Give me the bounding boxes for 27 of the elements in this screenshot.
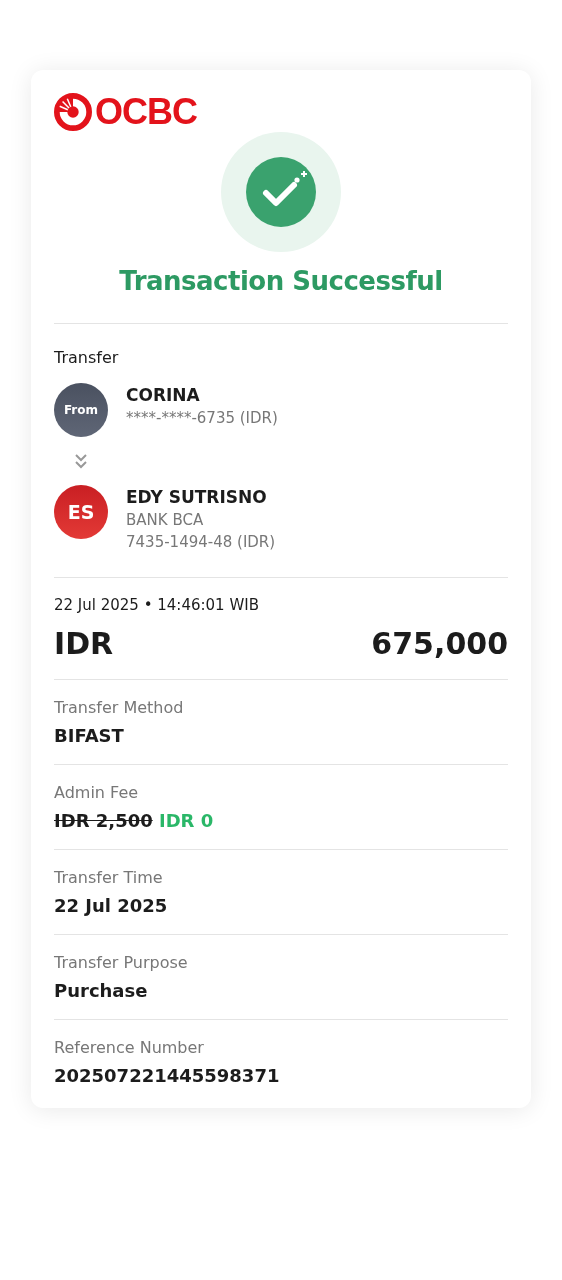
detail-label: Transfer Time <box>54 868 164 887</box>
brand-name: OCBC <box>95 91 197 133</box>
account-detail: ****-****-6735 (IDR) <box>126 408 278 429</box>
logo-icon <box>54 93 92 131</box>
fee-value: IDR 0 <box>159 810 214 831</box>
transaction-datetime: 22 Jul 2025 • 14:46:01 WIB <box>54 596 260 614</box>
detail-value: 202507221445598371 <box>54 1065 281 1086</box>
account-detail: BANK BCA <box>126 510 205 531</box>
detail-label: Admin Fee <box>54 783 140 802</box>
account-name: CORINA <box>126 384 201 407</box>
detail-value: 22 Jul 2025 <box>54 895 169 916</box>
detail-label: Transfer Purpose <box>54 953 189 972</box>
avatar: From <box>54 383 108 437</box>
original-fee: IDR 2,500 <box>54 810 153 831</box>
chevron-down-icon <box>74 453 88 469</box>
section-label: Transfer <box>54 348 120 367</box>
detail-value: Purchase <box>54 980 149 1001</box>
success-check-icon <box>245 156 317 228</box>
currency: IDR <box>54 626 114 661</box>
account-detail: 7435-1494-48 (IDR) <box>126 532 276 553</box>
detail-label: Transfer Method <box>54 698 185 717</box>
status-title: Transaction Successful <box>118 266 444 296</box>
account-name: EDY SUTRISNO <box>126 486 268 509</box>
detail-label: Reference Number <box>54 1038 205 1057</box>
avatar: ES <box>54 485 108 539</box>
amount-value: 675,000 <box>371 626 508 661</box>
detail-value: BIFAST <box>54 725 125 746</box>
